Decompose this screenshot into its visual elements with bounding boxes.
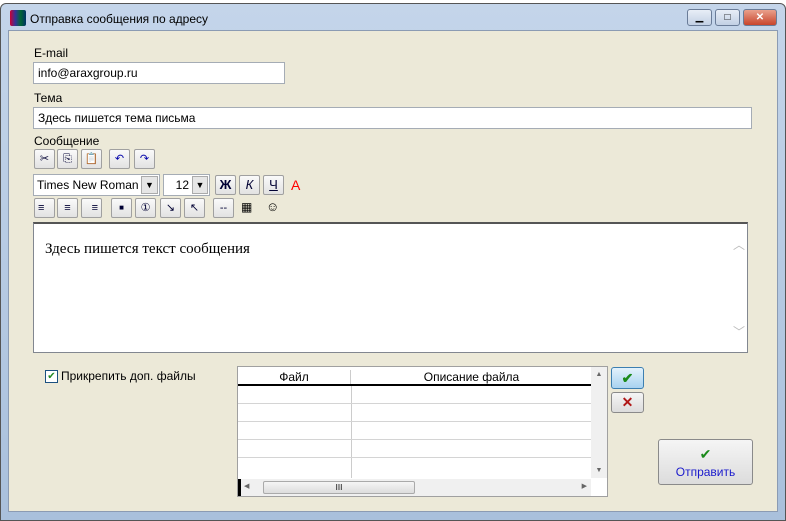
copy-button[interactable]: ⎘ — [57, 149, 78, 169]
italic-button[interactable]: К — [239, 175, 260, 195]
maximize-button[interactable]: □ — [715, 9, 740, 26]
table-row[interactable] — [238, 458, 591, 476]
message-body: Здесь пишется текст сообщения — [45, 241, 250, 257]
indent-button[interactable]: ↘ — [160, 198, 181, 218]
align-center-button[interactable]: ≡ — [57, 198, 78, 218]
cut-button[interactable]: ✂ — [34, 149, 55, 169]
smiley-button[interactable]: ☺ — [266, 199, 279, 214]
horizontal-scrollbar[interactable]: ◀ III ▶ — [238, 479, 591, 496]
remove-file-button[interactable]: ✕ — [611, 392, 644, 413]
attach-checkbox[interactable]: ✔ — [45, 370, 58, 383]
table-row[interactable] — [238, 404, 591, 422]
subject-label: Тема — [34, 91, 63, 105]
minimize-button[interactable]: ▁ — [687, 9, 712, 26]
table-row[interactable] — [238, 386, 591, 404]
bullet-list-button[interactable]: ■ — [111, 198, 132, 218]
close-button[interactable]: ✕ — [743, 9, 777, 26]
bold-button[interactable]: Ж — [215, 175, 236, 195]
message-label: Сообщение — [34, 134, 100, 148]
undo-button[interactable]: ↶ — [109, 149, 130, 169]
window-title: Отправка сообщения по адресу — [30, 12, 209, 26]
underline-button[interactable]: Ч — [263, 175, 284, 195]
insert-image-button[interactable]: ▦ — [241, 200, 252, 214]
paste-button[interactable]: 📋 — [81, 149, 102, 169]
align-right-button[interactable]: ≡ — [81, 198, 102, 218]
scroll-thumb[interactable]: III — [263, 481, 415, 494]
column-header-file[interactable]: Файл — [238, 370, 351, 384]
horizontal-line-button[interactable]: -- — [213, 198, 234, 218]
send-label: Отправить — [675, 465, 736, 479]
chevron-down-icon[interactable]: ▼ — [141, 176, 158, 194]
send-button[interactable]: ✔ Отправить — [658, 439, 753, 485]
table-header: Файл Описание файла — [238, 367, 591, 386]
email-label: E-mail — [34, 46, 69, 60]
subject-input[interactable]: Здесь пишется тема письма — [33, 107, 752, 129]
chevron-down-icon[interactable]: ▼ — [192, 176, 208, 194]
table-row[interactable] — [238, 422, 591, 440]
outdent-button[interactable]: ↖ — [184, 198, 205, 218]
font-color-button[interactable]: A — [291, 177, 300, 193]
scroll-up-icon[interactable]: ︿ — [733, 236, 745, 253]
email-input[interactable]: info@araxgroup.ru — [33, 62, 285, 84]
vertical-scrollbar[interactable]: ▲ ▼ — [591, 367, 607, 478]
align-left-button[interactable]: ≡ — [34, 198, 55, 218]
check-icon: ✔ — [699, 446, 712, 462]
numbered-list-button[interactable]: ① — [135, 198, 156, 218]
app-icon — [10, 10, 26, 26]
attach-label: Прикрепить доп. файлы — [61, 369, 196, 383]
add-file-button[interactable]: ✔ — [611, 367, 644, 389]
message-editor[interactable]: Здесь пишется текст сообщения ︿ ﹀ — [33, 222, 748, 353]
column-header-description[interactable]: Описание файла — [352, 370, 591, 384]
table-row[interactable] — [238, 440, 591, 458]
scroll-down-icon[interactable]: ﹀ — [733, 323, 745, 340]
redo-button[interactable]: ↷ — [134, 149, 155, 169]
files-table[interactable]: Файл Описание файла ▲ ▼ ◀ III ▶ — [237, 366, 608, 497]
